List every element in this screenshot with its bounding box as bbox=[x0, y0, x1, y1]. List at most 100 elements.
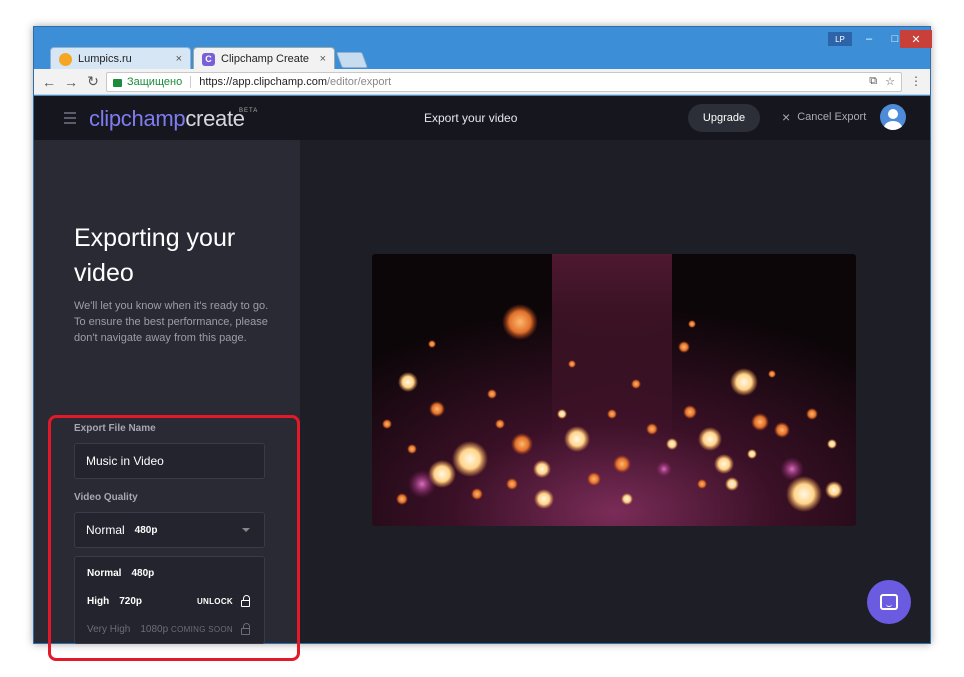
tab-lumpics[interactable]: Lumpics.ru × bbox=[50, 47, 191, 70]
bokeh-light bbox=[533, 460, 551, 478]
bokeh-light bbox=[825, 481, 843, 499]
bokeh-light bbox=[428, 340, 436, 348]
bokeh-light bbox=[725, 477, 739, 491]
browser-menu-icon[interactable]: ⋮ bbox=[910, 74, 922, 88]
bokeh-light bbox=[557, 409, 567, 419]
browser-window: Lumpics.ru × C Clipchamp Create × LP – □… bbox=[33, 26, 932, 661]
quality-option-normal[interactable]: Normal 480p bbox=[75, 559, 264, 587]
bokeh-light bbox=[631, 379, 641, 389]
option-name: Normal bbox=[87, 567, 122, 579]
bokeh-light bbox=[407, 444, 417, 454]
brand-create-text: create bbox=[185, 106, 245, 131]
bokeh-light bbox=[688, 320, 696, 328]
bokeh-light bbox=[564, 426, 590, 452]
bokeh-light bbox=[396, 493, 408, 505]
option-res: 720p bbox=[119, 595, 143, 607]
bokeh-light bbox=[613, 455, 631, 473]
cancel-export-button[interactable]: × Cancel Export bbox=[782, 108, 867, 125]
user-avatar[interactable] bbox=[880, 104, 906, 130]
app-header: clipchampcreate BETA Export your video U… bbox=[34, 96, 930, 140]
selected-quality-res: 480p bbox=[134, 524, 158, 536]
option-name: High bbox=[87, 595, 110, 607]
quality-option-very-high: Very High 1080p COMING SOON bbox=[75, 615, 264, 643]
cancel-export-label: Cancel Export bbox=[797, 111, 867, 123]
coming-soon-label: COMING SOON bbox=[171, 624, 233, 634]
bokeh-light bbox=[774, 422, 790, 438]
bokeh-light bbox=[568, 360, 576, 368]
file-name-input[interactable] bbox=[74, 443, 265, 479]
bokeh-light bbox=[827, 439, 837, 449]
bokeh-light bbox=[646, 423, 658, 435]
video-preview bbox=[372, 254, 856, 526]
unlock-label: UNLOCK bbox=[196, 596, 233, 606]
tab-close-icon[interactable]: × bbox=[176, 53, 182, 65]
bookmark-star-icon[interactable]: ☆ bbox=[885, 75, 895, 88]
lumpics-favicon-icon bbox=[59, 52, 72, 66]
video-quality-label: Video Quality bbox=[74, 492, 138, 503]
bokeh-light bbox=[502, 304, 538, 340]
address-bar[interactable]: Защищено https://app.clipchamp.com /edit… bbox=[106, 72, 902, 92]
option-res: 1080p bbox=[140, 623, 169, 635]
new-tab-button[interactable] bbox=[336, 52, 368, 68]
tab-label: Clipchamp Create bbox=[221, 53, 310, 65]
brand-clip-text: clipchamp bbox=[89, 106, 186, 131]
back-button[interactable]: ← bbox=[38, 74, 60, 90]
bokeh-light bbox=[698, 427, 722, 451]
upgrade-button[interactable]: Upgrade bbox=[688, 104, 760, 132]
close-window-button[interactable]: ✕ bbox=[900, 30, 932, 48]
bokeh-light bbox=[806, 408, 818, 420]
tab-label: Lumpics.ru bbox=[78, 53, 132, 65]
brand-logo: clipchampcreate bbox=[89, 106, 245, 132]
bokeh-light bbox=[398, 372, 418, 392]
close-icon: × bbox=[782, 108, 791, 125]
bokeh-light bbox=[730, 368, 758, 396]
tab-close-icon[interactable]: × bbox=[320, 53, 326, 65]
bokeh-light bbox=[768, 370, 776, 378]
bokeh-light bbox=[471, 488, 483, 500]
desc-line-1: We'll let you know when it's ready to go… bbox=[74, 300, 269, 312]
hamburger-menu-icon[interactable] bbox=[64, 112, 76, 127]
minimize-button[interactable]: – bbox=[856, 30, 882, 48]
forward-button[interactable]: → bbox=[60, 74, 82, 90]
option-res: 480p bbox=[131, 567, 155, 579]
bokeh-light bbox=[683, 405, 697, 419]
video-quality-select[interactable]: Normal 480p bbox=[74, 512, 265, 548]
bokeh-light bbox=[751, 413, 769, 431]
coming-soon-badge: COMING SOON bbox=[171, 622, 250, 635]
selected-quality-name: Normal bbox=[86, 523, 125, 537]
reload-button[interactable]: ↻ bbox=[82, 73, 104, 90]
file-name-label: Export File Name bbox=[74, 423, 156, 434]
page-title: Export your video bbox=[424, 111, 518, 125]
lock-icon bbox=[113, 79, 122, 87]
divider bbox=[190, 76, 192, 88]
bokeh-light bbox=[487, 389, 497, 399]
bokeh-light bbox=[747, 449, 757, 459]
bokeh-light bbox=[495, 419, 505, 429]
bokeh-light bbox=[714, 454, 734, 474]
export-description: We'll let you know when it's ready to go… bbox=[74, 298, 274, 346]
quality-option-high[interactable]: High 720p UNLOCK bbox=[75, 587, 264, 615]
bokeh-light bbox=[511, 433, 533, 455]
title-bar: Lumpics.ru × C Clipchamp Create × LP – □… bbox=[34, 27, 932, 70]
user-badge[interactable]: LP bbox=[828, 32, 852, 46]
clipchamp-app: clipchampcreate BETA Export your video U… bbox=[34, 96, 930, 661]
lock-icon bbox=[241, 594, 250, 607]
bokeh-light bbox=[607, 409, 617, 419]
browser-toolbar: ← → ↻ Защищено https://app.clipchamp.com… bbox=[34, 69, 930, 95]
bokeh-light bbox=[534, 489, 554, 509]
bokeh-light bbox=[587, 472, 601, 486]
bokeh-light bbox=[666, 438, 678, 450]
option-name: Very High bbox=[87, 623, 131, 635]
url-host: https://app.clipchamp.com bbox=[199, 76, 327, 88]
export-heading: Exporting your video bbox=[74, 224, 236, 287]
chat-support-button[interactable] bbox=[867, 580, 911, 624]
tab-clipchamp[interactable]: C Clipchamp Create × bbox=[193, 47, 335, 70]
lock-icon bbox=[241, 622, 250, 635]
translate-icon[interactable]: ⧉ bbox=[869, 75, 877, 88]
bokeh-light bbox=[780, 457, 804, 481]
unlock-action[interactable]: UNLOCK bbox=[196, 594, 250, 607]
export-sidebar: Exporting your video We'll let you know … bbox=[34, 140, 300, 661]
bokeh-light bbox=[786, 476, 822, 512]
bokeh-light bbox=[678, 341, 690, 353]
bokeh-light bbox=[621, 493, 633, 505]
